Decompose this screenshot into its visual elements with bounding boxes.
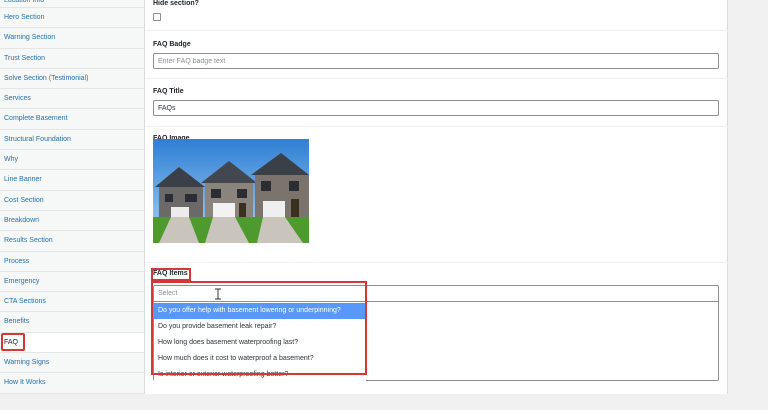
sidebar-item-cost-section[interactable]: Cost Section: [0, 191, 144, 211]
faq-items-select[interactable]: Select Do you offer help with basement l…: [153, 285, 719, 383]
sidebar-item-structural-foundation[interactable]: Structural Foundation: [0, 130, 144, 151]
sidebar-item-process[interactable]: Process: [0, 252, 144, 272]
field-panel: Hide section? FAQ Badge FAQ Title FAQ Im…: [145, 0, 728, 394]
faq-option[interactable]: How long does basement waterproofing las…: [154, 335, 366, 351]
sidebar-item-benefits[interactable]: Benefits: [0, 312, 144, 333]
sidebar: Location Info Hero Section Warning Secti…: [0, 0, 145, 394]
sidebar-item-how-it-works[interactable]: How It Works: [0, 373, 144, 394]
house-photo-icon[interactable]: [153, 139, 309, 243]
sidebar-item-why[interactable]: Why: [0, 150, 144, 171]
faq-image-field: FAQ Image: [145, 127, 728, 263]
faq-items-field: FAQ Items Select Do you offer help with …: [145, 268, 728, 394]
sidebar-item-cta-sections[interactable]: CTA Sections: [0, 292, 144, 313]
sidebar-item-solve-section[interactable]: Solve Section (Testimonial): [0, 69, 144, 90]
sidebar-item-faq[interactable]: FAQ: [0, 332, 144, 354]
faq-option[interactable]: How much does it cost to waterproof a ba…: [154, 351, 366, 367]
faq-badge-input[interactable]: [153, 53, 719, 69]
faq-option[interactable]: Do you offer help with basement lowering…: [154, 303, 366, 319]
faq-option[interactable]: Is interior or exterior waterproofing be…: [154, 367, 366, 383]
sidebar-item-services[interactable]: Services: [0, 89, 144, 110]
faq-badge-label: FAQ Badge: [153, 41, 191, 48]
sidebar-item-trust-section[interactable]: Trust Section: [0, 49, 144, 69]
sidebar-item-hero-section[interactable]: Hero Section: [0, 8, 144, 29]
sidebar-item-emergency[interactable]: Emergency: [0, 272, 144, 293]
faq-items-annotation-box: [151, 268, 191, 281]
faq-title-input[interactable]: [153, 100, 719, 116]
sidebar-item-location-info[interactable]: Location Info: [0, 0, 144, 8]
sidebar-item-results-section[interactable]: Results Section: [0, 231, 144, 252]
sidebar-item-line-banner[interactable]: Line Banner: [0, 170, 144, 191]
faq-title-field: FAQ Title: [145, 79, 728, 127]
sidebar-item-breakdown[interactable]: Breakdown: [0, 211, 144, 232]
hide-section-checkbox[interactable]: [153, 13, 161, 21]
sidebar-item-complete-basement[interactable]: Complete Basement: [0, 109, 144, 130]
faq-items-search-input[interactable]: Select: [154, 286, 718, 302]
sidebar-item-warning-section[interactable]: Warning Section: [0, 28, 144, 49]
hide-section-label: Hide section?: [153, 0, 199, 7]
faq-title-label: FAQ Title: [153, 88, 184, 95]
sidebar-item-warning-signs[interactable]: Warning Signs: [0, 353, 144, 374]
text-cursor-icon: [215, 288, 221, 300]
hide-section-field: Hide section?: [145, 0, 728, 31]
faq-badge-field: FAQ Badge: [145, 31, 728, 79]
faq-option[interactable]: Do you provide basement leak repair?: [154, 319, 366, 335]
